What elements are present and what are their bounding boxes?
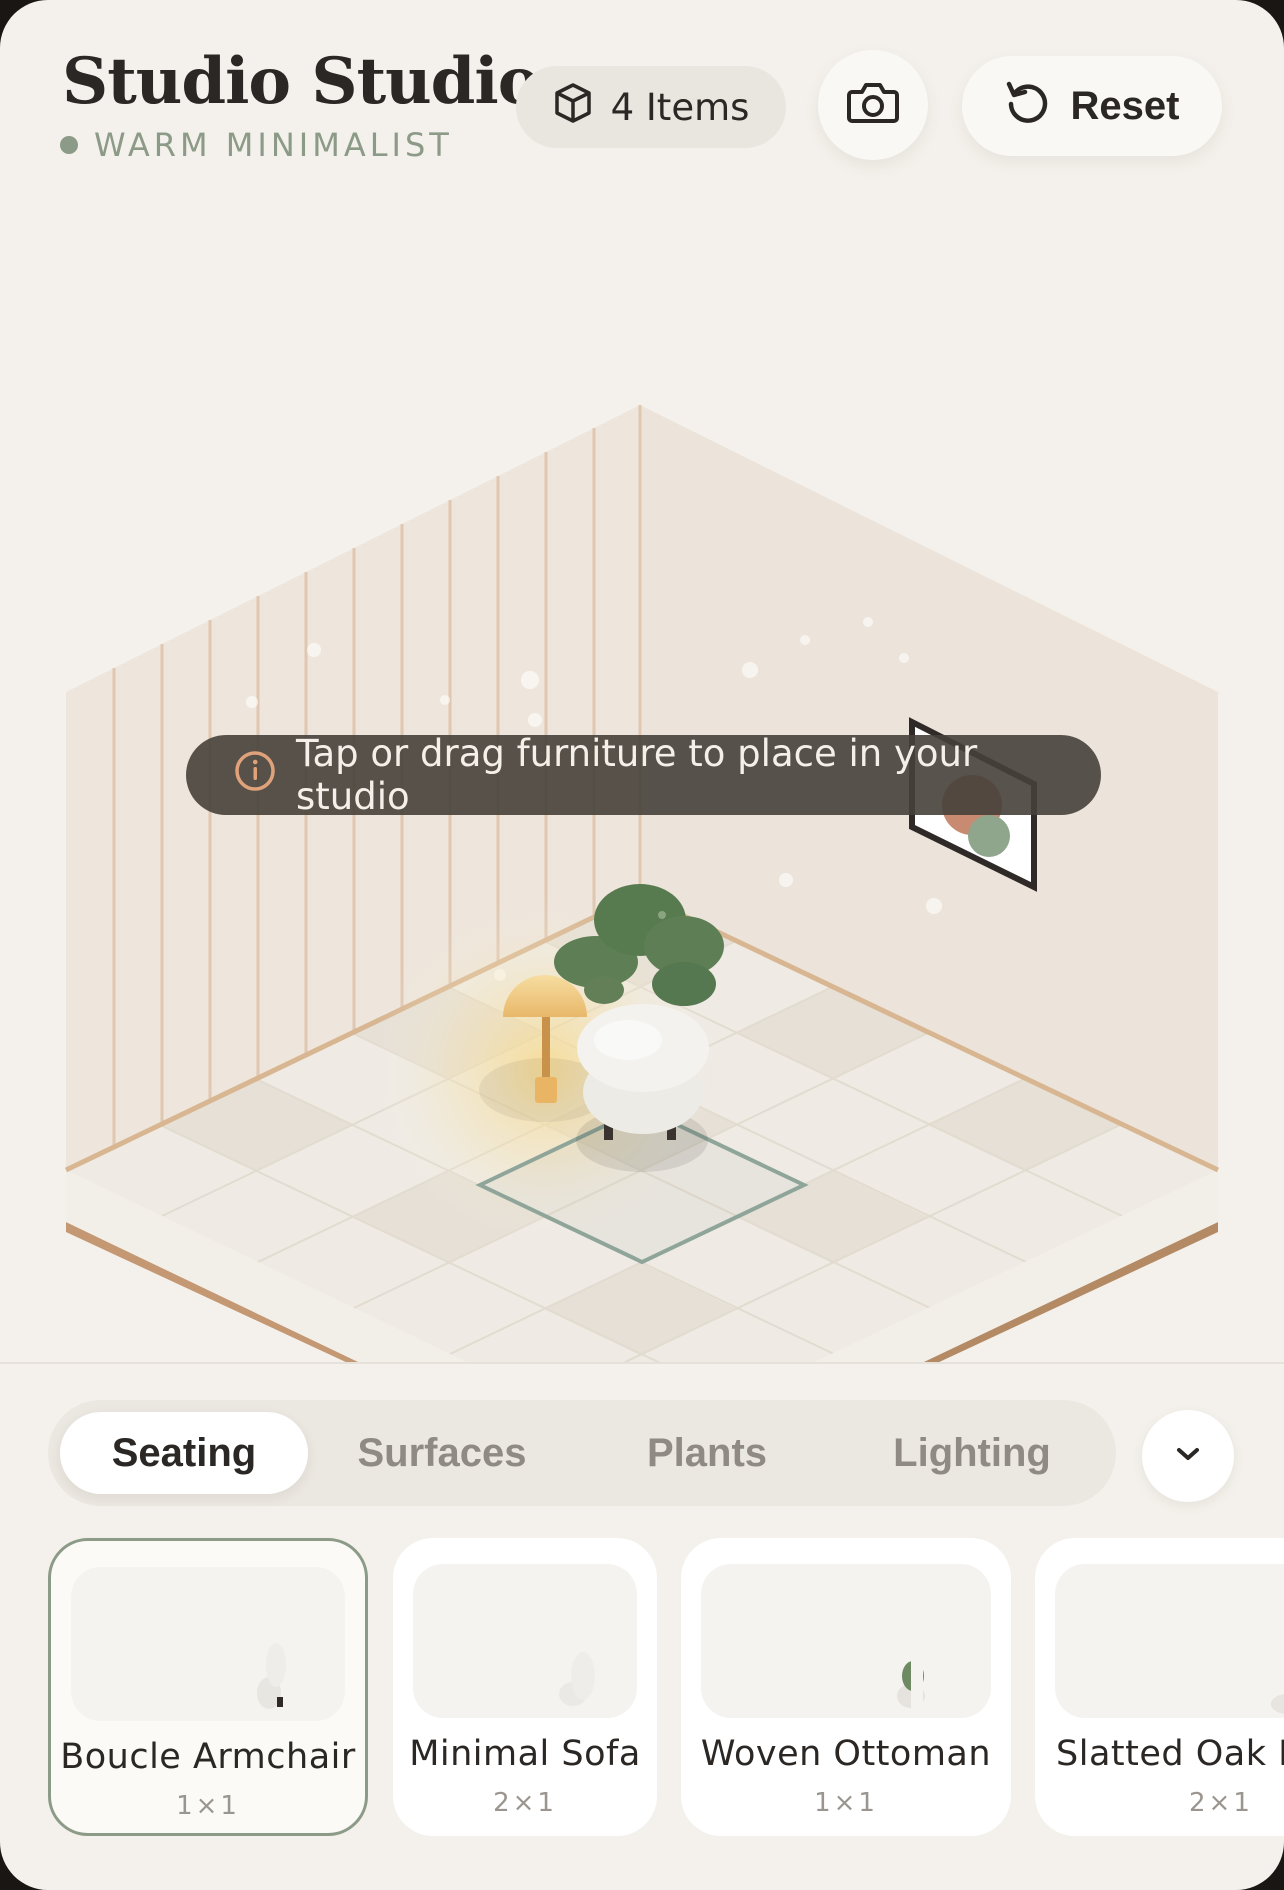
tab-label: Lighting bbox=[893, 1430, 1051, 1475]
room-scene[interactable] bbox=[0, 0, 1284, 1364]
reset-icon bbox=[1005, 78, 1051, 134]
more-categories-button[interactable] bbox=[1142, 1410, 1234, 1502]
tab-label: Surfaces bbox=[357, 1430, 527, 1475]
info-icon bbox=[234, 750, 276, 801]
tab-label: Seating bbox=[111, 1430, 257, 1475]
camera-button[interactable] bbox=[818, 50, 928, 160]
reset-button[interactable]: Reset bbox=[962, 56, 1222, 156]
status-dot bbox=[60, 136, 78, 154]
tab-seating[interactable]: Seating bbox=[60, 1412, 308, 1494]
item-size: 1×1 bbox=[814, 1788, 878, 1818]
item-size: 2×1 bbox=[1189, 1788, 1253, 1818]
tab-surfaces[interactable]: Surfaces bbox=[318, 1412, 566, 1494]
item-name: Boucle Armchair bbox=[60, 1737, 356, 1777]
item-name: Slatted Oak Bench bbox=[1056, 1734, 1284, 1774]
item-name: Woven Ottoman bbox=[700, 1734, 992, 1774]
category-tabs: Seating Surfaces Plants Lighting bbox=[48, 1400, 1116, 1506]
hint-text: Tap or drag furniture to place in your s… bbox=[296, 732, 978, 818]
catalog-card-minimal-sofa[interactable]: Minimal Sofa 2×1 bbox=[393, 1538, 657, 1836]
tab-plants[interactable]: Plants bbox=[583, 1412, 831, 1494]
item-count-label: 4 Items bbox=[610, 85, 750, 129]
item-thumbnail bbox=[1055, 1564, 1284, 1718]
camera-icon bbox=[846, 80, 900, 131]
catalog-card-boucle-armchair[interactable]: Boucle Armchair 1×1 bbox=[48, 1538, 368, 1836]
item-count-badge[interactable]: 4 Items bbox=[516, 66, 786, 148]
item-thumbnail bbox=[701, 1564, 991, 1718]
hint-toast: Tap or drag furniture to place in your s… bbox=[186, 732, 1101, 818]
item-size: 1×1 bbox=[176, 1791, 240, 1821]
item-thumbnail bbox=[71, 1567, 345, 1721]
tab-label: Plants bbox=[646, 1430, 768, 1475]
item-name: Minimal Sofa bbox=[409, 1734, 641, 1774]
studio-app: Studio Studio WARM MINIMALIST 4 Items Re… bbox=[0, 0, 1284, 1890]
catalog-card-woven-ottoman[interactable]: Woven Ottoman 1×1 bbox=[681, 1538, 1011, 1836]
tab-lighting[interactable]: Lighting bbox=[848, 1412, 1096, 1494]
item-size: 2×1 bbox=[493, 1788, 557, 1818]
reset-label: Reset bbox=[1070, 83, 1180, 128]
cube-icon bbox=[553, 82, 593, 133]
item-thumbnail bbox=[413, 1564, 637, 1718]
page-title: Studio Studio bbox=[62, 44, 540, 119]
catalog-card-slatted-oak-bench[interactable]: Slatted Oak Bench 2×1 bbox=[1035, 1538, 1284, 1836]
style-subtitle: WARM MINIMALIST bbox=[60, 126, 453, 164]
panel-divider bbox=[0, 1362, 1284, 1364]
chevron-down-icon bbox=[1173, 1444, 1203, 1469]
subtitle-text: WARM MINIMALIST bbox=[94, 126, 453, 164]
